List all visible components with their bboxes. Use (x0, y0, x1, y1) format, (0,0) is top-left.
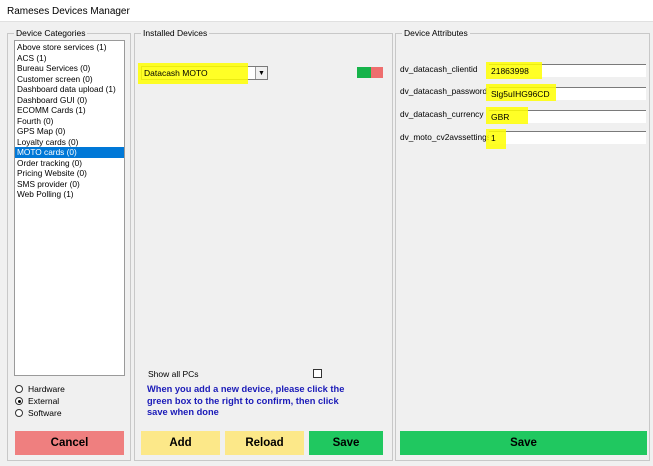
device-categories-title: Device Categories (14, 28, 88, 38)
radio-hardware-label: Hardware (28, 384, 65, 394)
attr-input-currency[interactable]: GBR (486, 107, 646, 124)
device-select-value: Datacash MOTO (144, 68, 208, 78)
save-device-button[interactable]: Save (309, 431, 383, 455)
attr-label-cv2avs: dv_moto_cv2avssettings (400, 132, 491, 142)
device-categories-panel: Device Categories Above store services (… (7, 28, 131, 461)
attr-label-currency: dv_datacash_currency (400, 109, 484, 119)
category-item[interactable]: Order tracking (0) (15, 158, 124, 169)
category-item[interactable]: Web Polling (1) (15, 189, 124, 200)
category-item[interactable]: Fourth (0) (15, 116, 124, 127)
category-item[interactable]: ACS (1) (15, 53, 124, 64)
attr-label-clientid: dv_datacash_clientid (400, 64, 478, 74)
category-item[interactable]: Bureau Services (0) (15, 63, 124, 74)
installed-devices-panel: Installed Devices Datacash MOTO ▼ Show a… (134, 28, 393, 461)
chevron-down-icon[interactable]: ▼ (255, 67, 267, 79)
cancel-button[interactable]: Cancel (15, 431, 124, 455)
radio-software-circle[interactable] (15, 409, 23, 417)
category-item[interactable]: ECOMM Cards (1) (15, 105, 124, 116)
add-button[interactable]: Add (141, 431, 220, 455)
attr-value-cv2avs: 1 (491, 133, 496, 143)
add-device-instructions: When you add a new device, please click … (147, 384, 345, 417)
category-item[interactable]: Dashboard GUI (0) (15, 95, 124, 106)
radio-external-label: External (28, 396, 60, 406)
radio-hardware-circle[interactable] (15, 385, 23, 393)
category-item[interactable]: Loyalty cards (0) (15, 137, 124, 148)
attr-input-password[interactable]: Slg5uIHG96CD (486, 84, 646, 101)
radio-hardware[interactable]: Hardware (15, 383, 65, 395)
category-item[interactable]: Dashboard data upload (1) (15, 84, 124, 95)
attr-value-clientid: 21863998 (491, 66, 529, 76)
category-item[interactable]: Above store services (1) (15, 42, 124, 53)
device-attributes-title: Device Attributes (402, 28, 470, 38)
attr-value-password: Slg5uIHG96CD (491, 89, 550, 99)
category-item[interactable]: Pricing Website (0) (15, 168, 124, 179)
radio-software[interactable]: Software (15, 407, 62, 419)
show-all-pcs-checkbox[interactable] (313, 369, 322, 378)
confirm-green-box[interactable] (357, 67, 371, 78)
attr-input-cv2avs[interactable]: 1 (486, 129, 646, 149)
attr-highlight-cv2avs (486, 129, 506, 149)
radio-software-label: Software (28, 408, 62, 418)
title-bar: Rameses Devices Manager (0, 0, 653, 22)
device-select[interactable]: Datacash MOTO ▼ (138, 63, 268, 84)
attr-label-password: dv_datacash_password (400, 86, 488, 96)
attr-input-clientid[interactable]: 21863998 (486, 62, 646, 79)
attr-value-currency: GBR (491, 112, 510, 122)
radio-external[interactable]: External (15, 395, 59, 407)
remove-red-box[interactable] (371, 67, 383, 78)
show-all-pcs-label: Show all PCs (148, 369, 199, 379)
category-list[interactable]: Above store services (1) ACS (1) Bureau Se… (14, 40, 125, 376)
window-title: Rameses Devices Manager (7, 6, 130, 17)
save-attributes-button[interactable]: Save (400, 431, 647, 455)
reload-button[interactable]: Reload (225, 431, 304, 455)
category-item[interactable]: Customer screen (0) (15, 74, 124, 85)
radio-external-circle[interactable] (15, 397, 23, 405)
category-item[interactable]: MOTO cards (0) (15, 147, 124, 158)
device-attributes-panel: Device Attributes dv_datacash_clientid 2… (395, 28, 650, 461)
category-item[interactable]: SMS provider (0) (15, 179, 124, 190)
category-item[interactable]: GPS Map (0) (15, 126, 124, 137)
installed-devices-title: Installed Devices (141, 28, 210, 38)
